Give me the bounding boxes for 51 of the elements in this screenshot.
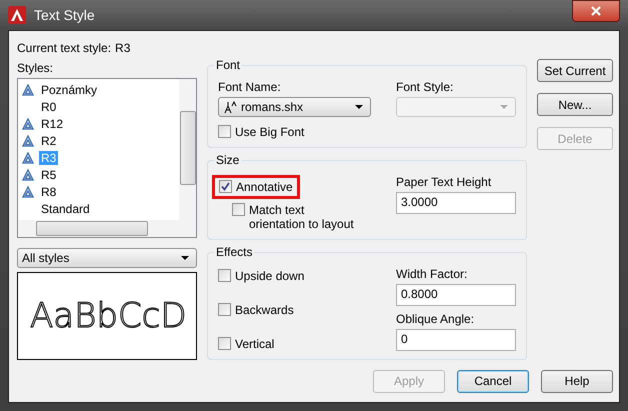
checkbox[interactable]: [218, 269, 231, 282]
checkbox[interactable]: [218, 337, 231, 350]
current-style-value: R3: [115, 41, 130, 55]
checkbox-label: Upside down: [235, 269, 304, 283]
font-icon: [223, 100, 237, 114]
checkbox-label: Backwards: [235, 303, 294, 317]
style-item[interactable]: R5: [39, 168, 58, 182]
group-title: Font: [214, 58, 242, 72]
dropdown-arrow-icon: [180, 253, 190, 263]
checkbox[interactable]: [218, 303, 231, 316]
oblique-angle-label: Oblique Angle:: [396, 312, 476, 326]
dropdown-arrow-icon: [354, 102, 364, 112]
group-title: Effects: [214, 245, 254, 259]
filter-dropdown[interactable]: All styles: [17, 248, 197, 268]
style-item[interactable]: R0: [39, 100, 58, 114]
style-item[interactable]: Standard: [39, 202, 92, 216]
group-title: Size: [214, 153, 242, 167]
width-factor-label: Width Factor:: [396, 267, 468, 281]
font-name-dropdown[interactable]: romans.shx: [218, 97, 371, 117]
paper-text-height-label: Paper Text Height: [396, 175, 492, 189]
checkbox[interactable]: [219, 180, 232, 193]
styles-list[interactable]: Poznámky R0 R12 R2 R3 R5 R8 Standard: [17, 78, 197, 238]
current-style-label: Current text style:: [17, 41, 112, 55]
font-name-label: Font Name:: [218, 80, 282, 94]
checkbox-label: Vertical: [235, 337, 274, 351]
side-button[interactable]: New...: [537, 93, 613, 116]
width-factor-field[interactable]: 0.8000: [396, 284, 516, 306]
window-title: Text Style: [34, 7, 95, 23]
style-item[interactable]: R8: [39, 184, 58, 198]
font-style-label: Font Style:: [396, 80, 454, 94]
oblique-angle-field[interactable]: 0: [396, 329, 516, 351]
preview-text: AaBbCcD: [30, 296, 187, 336]
dropdown-arrow-icon: [499, 102, 509, 112]
style-item[interactable]: R2: [39, 134, 58, 148]
checkbox[interactable]: [218, 125, 231, 138]
dialog-button[interactable]: Cancel: [457, 370, 529, 392]
checkbox-label: Match text orientation to layout: [249, 203, 355, 231]
scrollbar[interactable]: [18, 220, 196, 237]
style-item[interactable]: Poznámky: [39, 82, 100, 96]
scrollbar[interactable]: [179, 79, 196, 220]
checkbox-label: Annotative: [236, 180, 293, 194]
app-logo-icon: [8, 6, 26, 24]
paper-text-height-field[interactable]: 3.0000: [396, 192, 516, 214]
checkbox[interactable]: [232, 203, 245, 216]
styles-label: Styles:: [17, 61, 54, 75]
dialog-button[interactable]: Help: [541, 370, 613, 392]
checkbox-label: Use Big Font: [235, 125, 304, 139]
close-button[interactable]: [572, 0, 620, 22]
style-item[interactable]: R12: [39, 116, 66, 130]
side-button[interactable]: Set Current: [537, 59, 613, 82]
close-icon: [590, 5, 602, 17]
